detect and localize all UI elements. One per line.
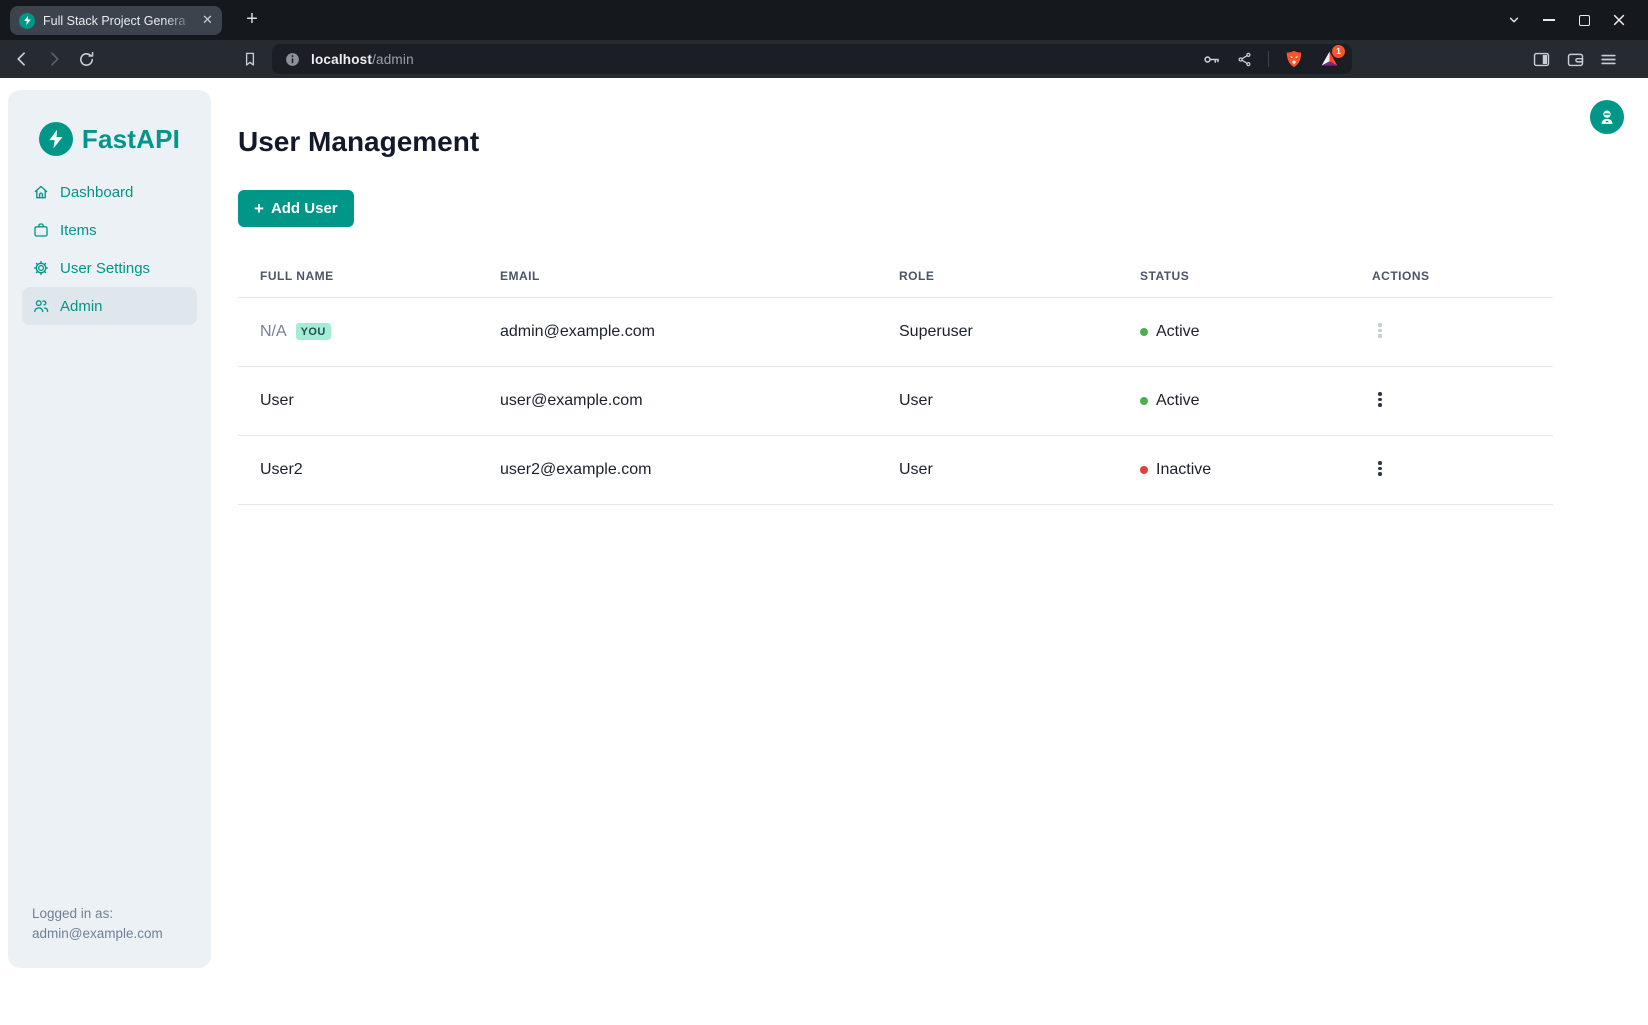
table-header-row: FULL NAME EMAIL ROLE STATUS ACTIONS xyxy=(238,256,1553,297)
status-badge: Inactive xyxy=(1140,461,1340,479)
wallet-icon[interactable] xyxy=(1563,47,1587,71)
bookmark-icon[interactable] xyxy=(238,47,262,71)
add-user-label: Add User xyxy=(271,200,338,217)
new-tab-button[interactable]: + xyxy=(241,9,263,31)
sidebar-item-label: Dashboard xyxy=(60,184,133,201)
status-badge: Active xyxy=(1140,392,1340,410)
status-label: Inactive xyxy=(1156,461,1211,479)
cell-role: User xyxy=(877,435,1118,504)
sidebar-item-label: User Settings xyxy=(60,260,150,277)
col-actions: ACTIONS xyxy=(1350,256,1553,297)
logged-in-email: admin@example.com xyxy=(32,924,163,944)
status-label: Active xyxy=(1156,323,1200,341)
user-astronaut-icon xyxy=(1597,107,1617,127)
url-host: localhost xyxy=(311,52,372,67)
forward-icon[interactable] xyxy=(42,47,66,71)
status-dot-icon xyxy=(1140,328,1148,336)
sidebar-item-items[interactable]: Items xyxy=(22,211,197,249)
omnibox-actions: 1 xyxy=(1202,49,1340,70)
tab-close-icon[interactable]: ✕ xyxy=(199,12,216,29)
col-role: ROLE xyxy=(877,256,1118,297)
briefcase-icon xyxy=(32,221,50,239)
brave-shield-icon[interactable] xyxy=(1284,49,1304,69)
sidebar-item-admin[interactable]: Admin xyxy=(22,287,197,325)
menu-icon[interactable] xyxy=(1596,47,1620,71)
key-icon[interactable] xyxy=(1202,50,1221,69)
status-label: Active xyxy=(1156,392,1200,410)
cell-full-name: User xyxy=(238,366,478,435)
address-bar[interactable]: localhost/admin 1 xyxy=(272,44,1352,74)
browser-tab[interactable]: Full Stack Project Genera ✕ xyxy=(10,6,222,35)
sidebar-item-dashboard[interactable]: Dashboard xyxy=(22,173,197,211)
share-icon[interactable] xyxy=(1236,51,1253,68)
sidebar-item-label: Admin xyxy=(60,298,103,315)
tab-title: Full Stack Project Genera xyxy=(43,14,199,28)
logged-in-label: Logged in as: xyxy=(32,904,163,924)
plus-icon: + xyxy=(254,200,264,217)
you-badge: YOU xyxy=(296,323,331,340)
maximize-icon[interactable] xyxy=(1576,12,1592,28)
logged-in-as: Logged in as: admin@example.com xyxy=(32,904,163,944)
cell-full-name: User2 xyxy=(238,435,478,504)
cell-role: Superuser xyxy=(877,297,1118,366)
tab-strip: Full Stack Project Genera ✕ + xyxy=(0,0,1648,40)
row-actions-menu-icon[interactable] xyxy=(1372,318,1388,343)
users-icon xyxy=(32,297,50,315)
cell-role: User xyxy=(877,366,1118,435)
add-user-button[interactable]: + Add User xyxy=(238,190,354,227)
rewards-badge: 1 xyxy=(1332,45,1345,58)
fastapi-lightning-icon xyxy=(39,122,73,156)
minimize-icon[interactable] xyxy=(1541,12,1557,28)
close-icon[interactable] xyxy=(1611,12,1627,28)
table-row: User2 user2@example.com User Inactive xyxy=(238,435,1553,504)
url-text: localhost/admin xyxy=(311,52,414,67)
row-actions-menu-icon[interactable] xyxy=(1372,387,1388,412)
gear-icon xyxy=(32,259,50,277)
site-info-icon[interactable] xyxy=(284,51,301,68)
sidebar-item-user-settings[interactable]: User Settings xyxy=(22,249,197,287)
user-menu-button[interactable] xyxy=(1590,100,1624,134)
sidebar-item-label: Items xyxy=(60,222,97,239)
table-row: N/A YOU admin@example.com Superuser Activ… xyxy=(238,297,1553,366)
sidebar-nav: Dashboard Items User Settings xyxy=(8,173,211,325)
row-actions-menu-icon[interactable] xyxy=(1372,456,1388,481)
status-dot-icon xyxy=(1140,397,1148,405)
cell-full-name: N/A xyxy=(260,323,287,340)
home-icon xyxy=(32,183,50,201)
col-status: STATUS xyxy=(1118,256,1350,297)
sidebar-toggle-icon[interactable] xyxy=(1529,47,1553,71)
browser-window: Full Stack Project Genera ✕ + xyxy=(0,0,1648,1025)
back-icon[interactable] xyxy=(10,47,34,71)
cell-email: user@example.com xyxy=(478,366,877,435)
browser-toolbar: localhost/admin 1 xyxy=(0,40,1648,78)
url-path: /admin xyxy=(372,52,414,67)
status-badge: Active xyxy=(1140,323,1340,341)
tab-search-chevron-icon[interactable] xyxy=(1506,12,1522,28)
fastapi-favicon-icon xyxy=(19,13,35,29)
users-table: FULL NAME EMAIL ROLE STATUS ACTIONS N/A Y… xyxy=(238,256,1553,505)
status-dot-icon xyxy=(1140,466,1148,474)
brand: FastAPI xyxy=(8,90,211,156)
sidebar: FastAPI Dashboard Items xyxy=(8,90,211,968)
window-controls xyxy=(1506,0,1627,40)
toolbar-separator xyxy=(1268,51,1269,67)
cell-email: user2@example.com xyxy=(478,435,877,504)
table-row: User user@example.com User Active xyxy=(238,366,1553,435)
reload-icon[interactable] xyxy=(74,47,98,71)
brand-name: FastAPI xyxy=(82,124,180,155)
cell-email: admin@example.com xyxy=(478,297,877,366)
col-email: EMAIL xyxy=(478,256,877,297)
page-title: User Management xyxy=(238,126,479,158)
brave-rewards-icon[interactable]: 1 xyxy=(1319,49,1340,70)
col-full-name: FULL NAME xyxy=(238,256,478,297)
app-content: FastAPI Dashboard Items xyxy=(0,78,1648,1025)
